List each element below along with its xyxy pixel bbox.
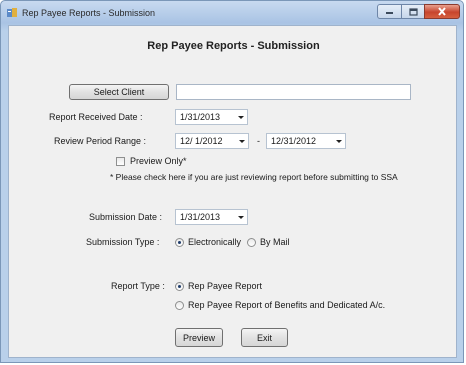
report-received-date-value: 1/31/2013 xyxy=(180,112,221,122)
preview-only-label: Preview Only* xyxy=(130,156,187,166)
select-client-button[interactable]: Select Client xyxy=(69,84,169,100)
close-button[interactable] xyxy=(424,4,460,19)
dropdown-arrow-icon[interactable] xyxy=(336,140,342,143)
title-bar[interactable]: Rep Payee Reports - Submission xyxy=(1,1,463,25)
window-title: Rep Payee Reports - Submission xyxy=(22,8,156,18)
exit-button[interactable]: Exit xyxy=(241,328,288,347)
report-type-rep-payee-label[interactable]: Rep Payee Report xyxy=(188,281,262,291)
form-panel: Rep Payee Reports - Submission Select Cl… xyxy=(8,25,457,358)
client-name-field[interactable] xyxy=(176,84,411,100)
submission-type-electronically-radio[interactable] xyxy=(175,238,184,247)
minimize-button[interactable] xyxy=(377,4,402,19)
submission-date-value: 1/31/2013 xyxy=(180,212,221,222)
maximize-button[interactable] xyxy=(401,4,425,19)
submission-date-label: Submission Date : xyxy=(89,212,163,222)
close-icon xyxy=(438,7,446,16)
form-heading: Rep Payee Reports - Submission xyxy=(147,40,320,52)
review-period-start-value: 12/ 1/2012 xyxy=(180,136,223,146)
submission-type-by-mail-radio[interactable] xyxy=(247,238,256,247)
app-window: Rep Payee Reports - Submission Rep Payee… xyxy=(0,0,464,363)
review-period-end-value: 12/31/2012 xyxy=(271,136,317,146)
report-type-rep-payee-radio[interactable] xyxy=(175,282,184,291)
minimize-icon xyxy=(386,12,393,14)
report-type-label: Report Type : xyxy=(111,281,165,291)
review-period-start-picker[interactable]: 12/ 1/2012 xyxy=(175,133,249,149)
report-received-date-picker[interactable]: 1/31/2013 xyxy=(175,109,248,125)
preview-button[interactable]: Preview xyxy=(175,328,223,347)
maximize-icon xyxy=(408,7,418,16)
submission-date-picker[interactable]: 1/31/2013 xyxy=(175,209,248,225)
report-type-benefits-label[interactable]: Rep Payee Report of Benefits and Dedicat… xyxy=(188,300,385,310)
submission-type-label: Submission Type : xyxy=(86,237,160,247)
review-period-separator: - xyxy=(257,136,260,146)
review-period-range-label: Review Period Range : xyxy=(54,136,147,146)
preview-note: * Please check here if you are just revi… xyxy=(110,172,398,182)
dropdown-arrow-icon[interactable] xyxy=(238,216,244,219)
report-type-benefits-radio[interactable] xyxy=(175,301,184,310)
dropdown-arrow-icon[interactable] xyxy=(238,116,244,119)
report-received-date-label: Report Received Date : xyxy=(49,112,143,122)
submission-type-by-mail-label[interactable]: By Mail xyxy=(260,237,290,247)
submission-type-electronically-label[interactable]: Electronically xyxy=(188,237,241,247)
dropdown-arrow-icon[interactable] xyxy=(239,140,245,143)
preview-only-checkbox[interactable] xyxy=(116,157,125,166)
app-icon xyxy=(7,8,17,17)
review-period-end-picker[interactable]: 12/31/2012 xyxy=(266,133,346,149)
